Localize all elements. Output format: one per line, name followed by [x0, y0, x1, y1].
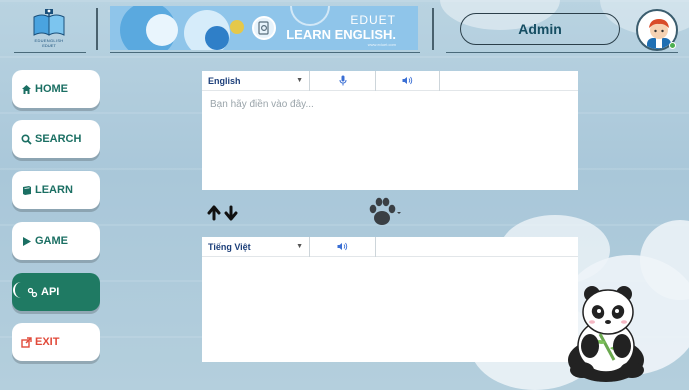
source-language-label: English — [208, 75, 241, 86]
home-icon — [20, 83, 32, 95]
source-toolbar: English ▼ — [202, 70, 578, 91]
sidebar-item-learn[interactable]: LEARN — [12, 171, 100, 209]
banner-decoration — [230, 20, 244, 34]
swap-languages-icon[interactable] — [207, 204, 239, 222]
target-panel: Tiếng Việt ▼ — [202, 236, 578, 362]
sidebar-item-exit[interactable]: EXIT — [12, 323, 100, 361]
banner-line1: EDUET — [350, 13, 396, 27]
sidebar-item-home[interactable]: HOME — [12, 70, 100, 108]
external-link-icon — [20, 336, 32, 348]
play-icon — [20, 235, 32, 247]
chevron-down-icon: ▼ — [296, 77, 303, 84]
target-language-label: Tiếng Việt — [208, 241, 251, 252]
source-panel: English ▼ Bạn hãy điền vào đây... — [202, 70, 578, 190]
banner-line3: www.eduet.com — [367, 42, 396, 47]
microphone-button[interactable] — [310, 70, 376, 91]
sidebar-item-label: HOME — [35, 83, 68, 95]
topbar-separator — [432, 8, 434, 50]
topbar-separator — [96, 8, 98, 50]
microphone-icon — [339, 75, 346, 86]
target-speaker-button[interactable] — [310, 236, 376, 257]
topbar-divider — [14, 52, 86, 53]
target-toolbar: Tiếng Việt ▼ — [202, 236, 578, 257]
search-document-icon — [252, 16, 276, 40]
banner-title: EDUET LEARN ENGLISH. www.eduet.com — [286, 13, 396, 47]
paw-icon[interactable] — [367, 195, 403, 229]
sidebar-item-label: LEARN — [35, 184, 73, 196]
book-icon — [20, 184, 32, 196]
sidebar-item-search[interactable]: SEARCH — [12, 120, 100, 158]
sidebar-item-label: SEARCH — [35, 133, 82, 145]
topbar-divider — [446, 52, 678, 53]
banner-decoration — [205, 26, 229, 50]
search-icon — [20, 133, 32, 145]
speaker-icon — [337, 242, 348, 251]
banner[interactable]: EDUET LEARN ENGLISH. www.eduet.com — [110, 6, 418, 50]
admin-button[interactable]: Admin — [460, 13, 620, 45]
open-book-icon — [33, 8, 65, 36]
link-icon — [26, 286, 38, 298]
target-language-select[interactable]: Tiếng Việt ▼ — [202, 236, 310, 257]
online-status-dot — [669, 42, 676, 49]
sidebar-item-game[interactable]: GAME — [12, 222, 100, 260]
app-logo[interactable]: EDUENGLISH EDUET — [14, 6, 84, 50]
speaker-icon — [402, 76, 413, 85]
topbar-divider — [110, 52, 420, 53]
logo-subtext: EDUET — [42, 42, 56, 48]
banner-line2: LEARN ENGLISH. — [286, 27, 396, 42]
sidebar-item-label: API — [41, 286, 60, 298]
source-speaker-button[interactable] — [376, 70, 440, 91]
chevron-down-icon: ▼ — [296, 243, 303, 250]
source-text-input[interactable]: Bạn hãy điền vào đây... — [210, 99, 314, 110]
panda-mascot — [568, 286, 644, 382]
banner-decoration — [146, 14, 178, 46]
source-language-select[interactable]: English ▼ — [202, 70, 310, 91]
sidebar-item-label: GAME — [35, 235, 68, 247]
sidebar-item-api[interactable]: API — [12, 273, 100, 311]
sidebar-item-label: EXIT — [35, 336, 60, 348]
